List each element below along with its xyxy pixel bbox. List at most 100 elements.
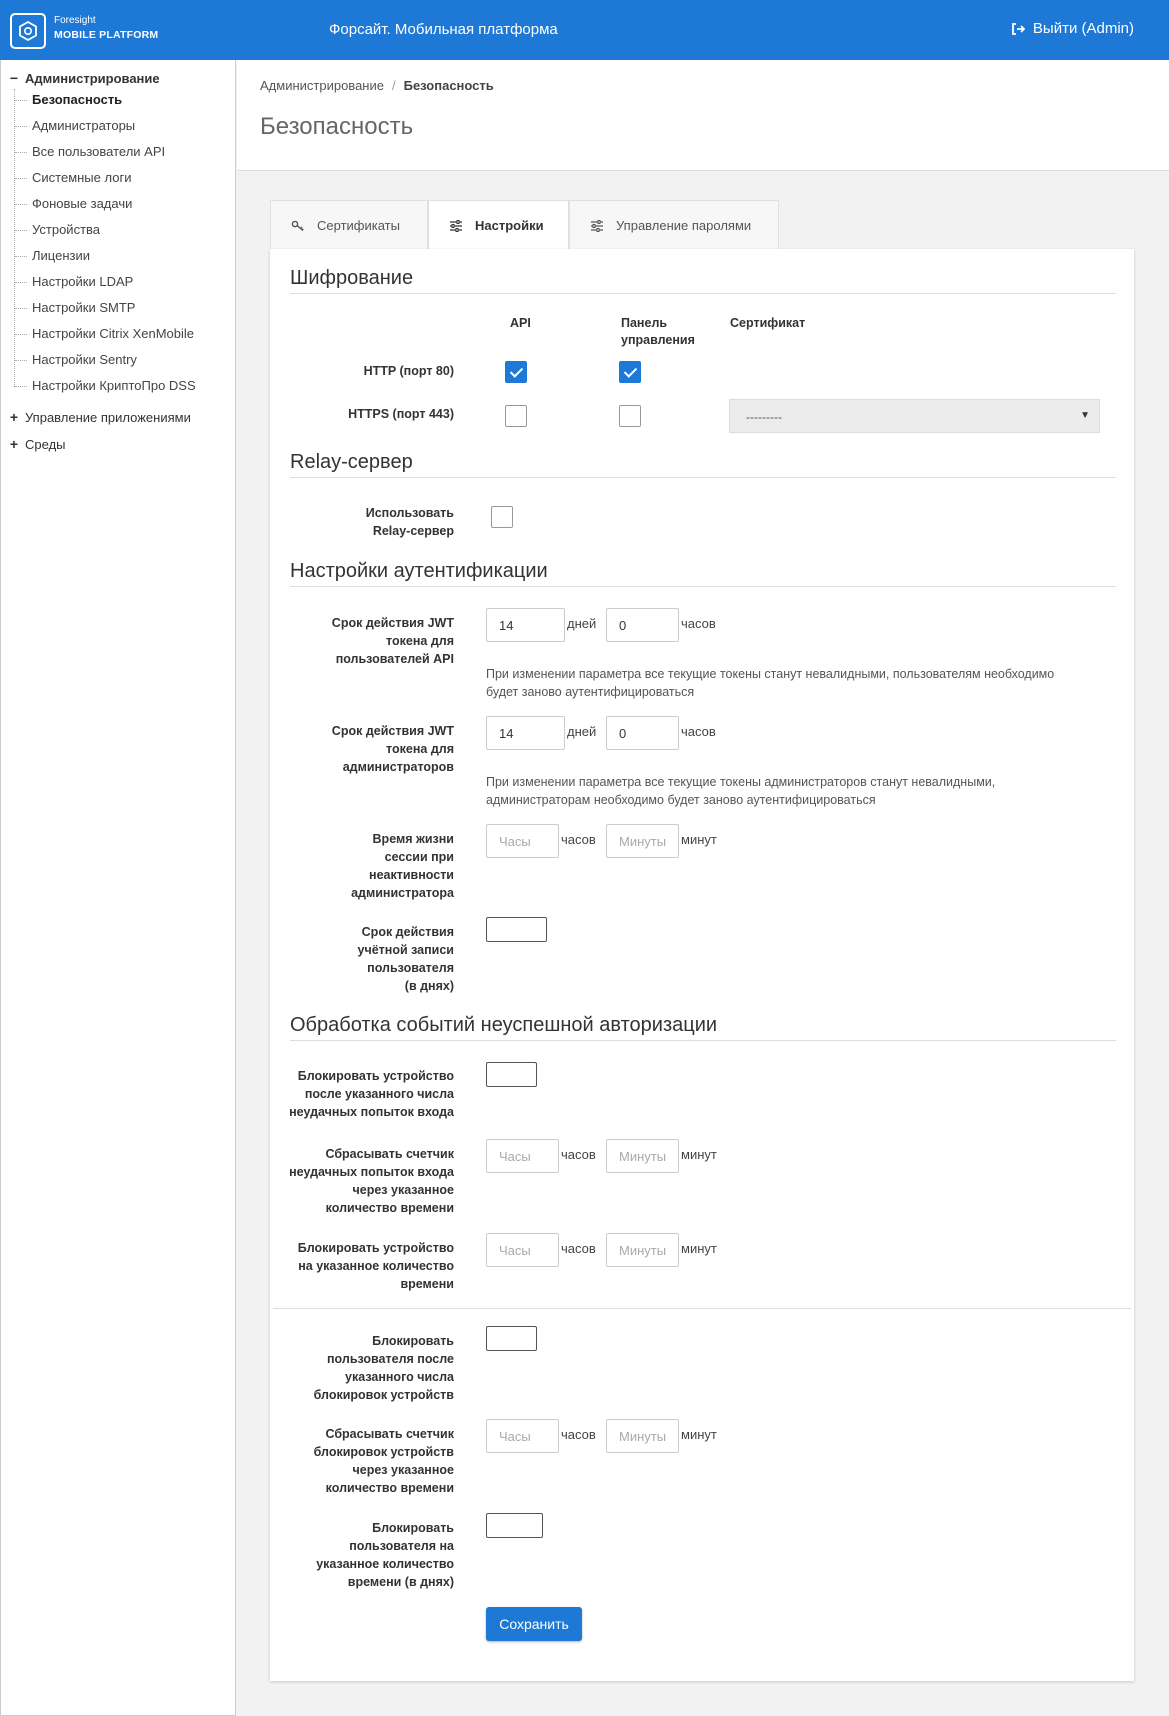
https-api-checkbox[interactable] (505, 405, 527, 427)
sidebar-item-system-logs[interactable]: Системные логи (14, 170, 131, 185)
block-user-label: Блокировать пользователя после указанног… (264, 1332, 454, 1404)
account-validity-label-l2: учётной записи (357, 943, 455, 957)
jwt-api-days-input[interactable] (486, 608, 565, 642)
certificate-select-value: --------- (746, 410, 782, 424)
unit-minutes: минут (681, 832, 717, 847)
tab-certificates[interactable]: Сертификаты (270, 200, 428, 250)
block-device-attempts-input[interactable] (486, 1062, 537, 1087)
jwt-api-label-l1: Срок действия JWT (331, 616, 454, 630)
block-device-hours-input[interactable] (486, 1233, 559, 1267)
sidebar-item-sentry[interactable]: Настройки Sentry (15, 352, 137, 367)
jwt-admin-hours-input[interactable] (606, 716, 679, 750)
reset-block-counter-label: Сбрасывать счетчик блокировок устройств … (264, 1425, 454, 1497)
reset-block-counter-minutes-input[interactable] (606, 1419, 679, 1453)
https-panel-checkbox[interactable] (619, 405, 641, 427)
use-relay-label: Использовать Relay-сервер (264, 504, 454, 540)
reset-block-counter-label-l2: блокировок устройств (313, 1445, 454, 1459)
jwt-admin-hint-l2: администраторам необходимо будет заново … (486, 793, 876, 807)
foresight-logo-icon[interactable] (10, 13, 46, 49)
logo-line1: Foresight (54, 15, 96, 26)
http-panel-checkbox[interactable] (619, 361, 641, 383)
account-validity-label-l4: (в днях) (404, 979, 454, 993)
block-device-time-label-l2: на указанное количество (298, 1259, 454, 1273)
sidebar-group-environments[interactable]: + Среды (9, 436, 66, 452)
http-api-checkbox[interactable] (505, 361, 527, 383)
unit-hours: часов (561, 1241, 596, 1256)
logout-button[interactable]: Выйти (Admin) (1011, 20, 1134, 37)
column-header-certificate: Сертификат (730, 316, 806, 330)
sidebar-item-smtp[interactable]: Настройки SMTP (14, 300, 135, 315)
block-user-time-label-l2: пользователя на (349, 1539, 454, 1553)
reset-counter-label-l2: неудачных попыток входа (289, 1165, 454, 1179)
use-relay-checkbox[interactable] (491, 506, 513, 528)
block-user-label-l3: указанного числа (345, 1370, 454, 1384)
section-title-encryption: Шифрование (290, 267, 414, 289)
form-divider (273, 1308, 1131, 1309)
section-divider (290, 1040, 1116, 1041)
jwt-admin-days-input[interactable] (486, 716, 565, 750)
sidebar-group-apps[interactable]: + Управление приложениями (9, 409, 191, 425)
reset-block-counter-label-l3: через указанное (352, 1463, 454, 1477)
logout-label: Выйти (Admin) (1032, 20, 1134, 37)
sidebar-item-devices[interactable]: Устройства (14, 222, 100, 237)
dropdown-arrow-icon: ▼ (1080, 410, 1090, 421)
jwt-api-hours-input[interactable] (606, 608, 679, 642)
sidebar-item-licenses[interactable]: Лицензии (15, 248, 90, 263)
unit-hours: часов (681, 616, 716, 631)
block-device-label-l2: после указанного числа (304, 1087, 454, 1101)
session-lifetime-label: Время жизни сессии при неактивности адми… (264, 830, 454, 902)
use-relay-label-l1: Использовать (365, 506, 454, 520)
sidebar-item-cryptopro[interactable]: Настройки КриптоПро DSS (15, 378, 196, 393)
block-user-count-input[interactable] (486, 1326, 537, 1351)
reset-counter-minutes-input[interactable] (606, 1139, 679, 1173)
http-label: HTTP (порт 80) (363, 364, 454, 378)
session-hours-input[interactable] (486, 824, 559, 858)
tab-password-management[interactable]: Управление паролями (569, 200, 779, 250)
certificate-select[interactable]: --------- ▼ (729, 399, 1100, 433)
collapse-icon[interactable]: − (9, 70, 19, 86)
account-validity-label-l3: пользователя (367, 961, 454, 975)
sidebar-item-ldap[interactable]: Настройки LDAP (14, 274, 133, 289)
app-title: Форсайт. Мобильная платформа (329, 21, 558, 38)
sidebar-item-citrix[interactable]: Настройки Citrix XenMobile (15, 326, 194, 341)
top-header: Foresight MOBILE PLATFORM Форсайт. Мобил… (0, 0, 1169, 60)
section-divider (290, 293, 1116, 294)
block-device-minutes-input[interactable] (606, 1233, 679, 1267)
sidebar-group-administration[interactable]: − Администрирование (9, 70, 160, 86)
jwt-api-hint-l1: При изменении параметра все текущие токе… (486, 667, 1055, 681)
jwt-api-label: Срок действия JWT токена для пользовател… (264, 614, 454, 668)
reset-counter-hours-input[interactable] (486, 1139, 559, 1173)
reset-block-counter-hours-input[interactable] (486, 1419, 559, 1453)
unit-hours: часов (561, 1147, 596, 1162)
sidebar-item-background-tasks[interactable]: Фоновые задачи (14, 196, 132, 211)
reset-counter-label-l1: Сбрасывать счетчик (325, 1147, 454, 1161)
breadcrumb-root[interactable]: Администрирование (260, 78, 384, 93)
section-title-failed-auth: Обработка событий неуспешной авторизации (290, 1014, 718, 1036)
block-user-label-l1: Блокировать (372, 1334, 454, 1348)
block-device-time-label: Блокировать устройство на указанное коли… (264, 1239, 454, 1293)
key-icon (291, 220, 304, 231)
account-validity-input[interactable] (486, 917, 547, 942)
sidebar-item-api-users[interactable]: Все пользователи API (14, 144, 165, 159)
jwt-api-hint: При изменении параметра все текущие токе… (486, 665, 1106, 701)
jwt-admin-label-l2: токена для (386, 742, 454, 756)
jwt-api-label-l3: пользователей API (335, 652, 454, 666)
sidebar-item-administrators[interactable]: Администраторы (14, 118, 135, 133)
expand-icon[interactable]: + (9, 409, 19, 425)
expand-icon[interactable]: + (9, 436, 19, 452)
section-divider (290, 477, 1116, 478)
sidebar-item-security[interactable]: Безопасность (14, 92, 122, 107)
tab-settings[interactable]: Настройки (428, 200, 569, 250)
logo-line2: MOBILE PLATFORM (54, 29, 159, 41)
block-user-days-input[interactable] (486, 1513, 543, 1538)
sliders-icon (591, 219, 603, 232)
block-user-time-label-l1: Блокировать (372, 1521, 454, 1535)
section-title-relay: Relay-сервер (290, 451, 413, 473)
save-button[interactable]: Сохранить (486, 1607, 582, 1641)
column-header-panel-l1: Панель (621, 316, 668, 330)
use-relay-label-l2: Relay-сервер (372, 524, 454, 538)
session-minutes-input[interactable] (606, 824, 679, 858)
section-title-authentication: Настройки аутентификации (290, 560, 548, 582)
logout-icon (1012, 22, 1025, 35)
session-lifetime-label-l1: Время жизни (372, 832, 454, 846)
